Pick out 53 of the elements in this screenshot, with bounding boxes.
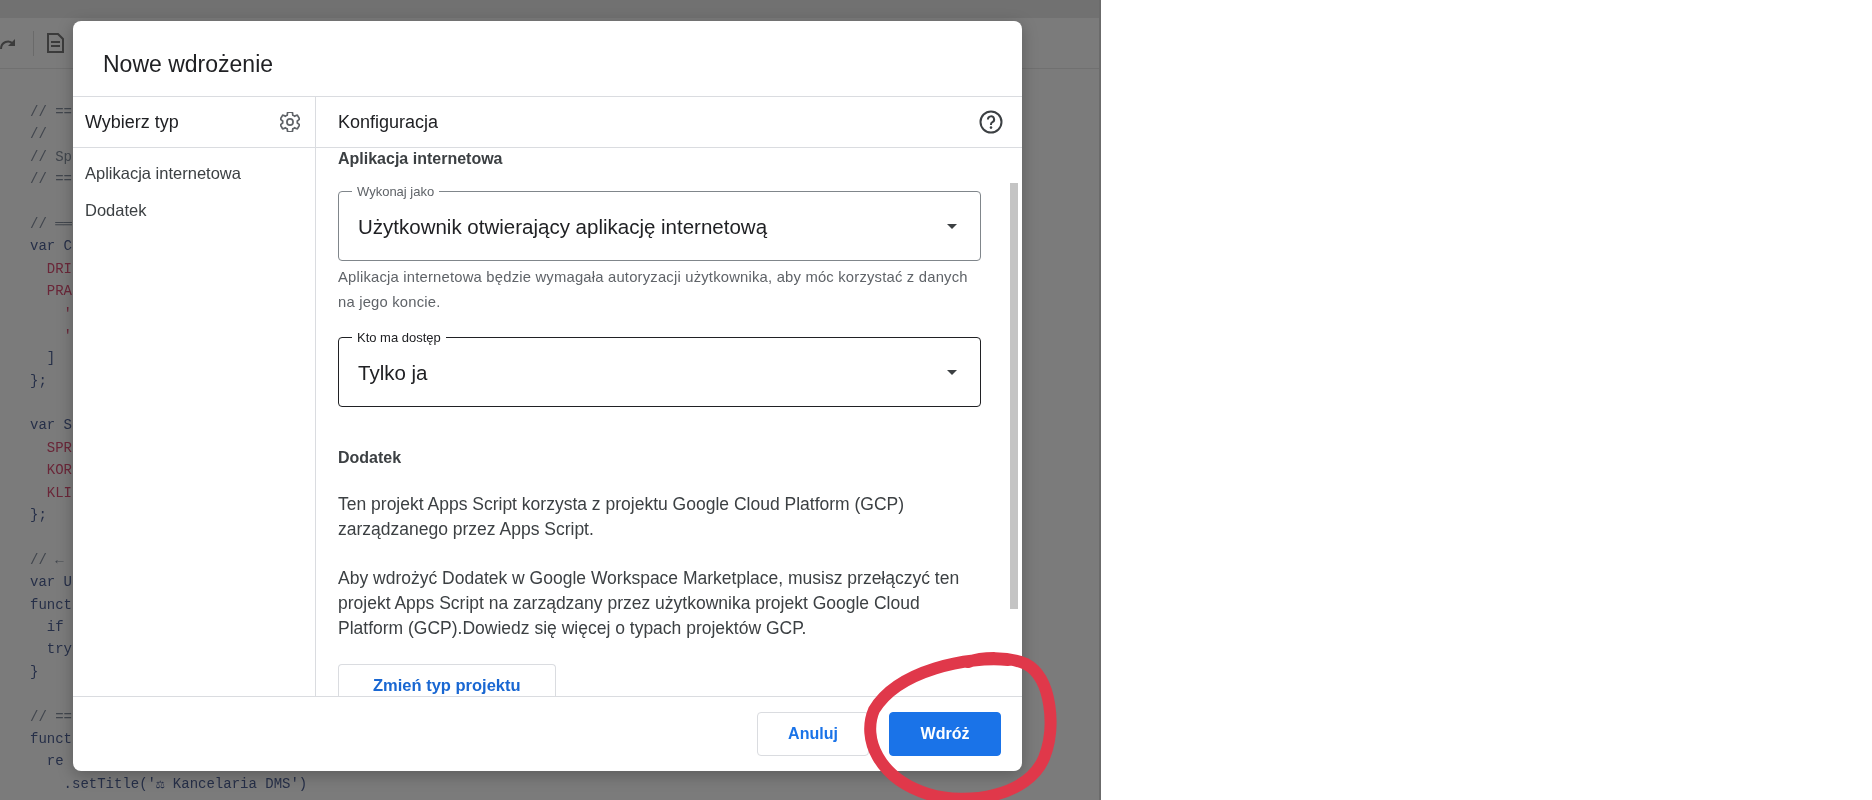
code-line: }; [30, 506, 47, 526]
deploy-button[interactable]: Wdróż [889, 712, 1001, 756]
code-line: // == [30, 103, 72, 122]
code-line: } [30, 662, 39, 682]
change-project-type-button[interactable]: Zmień typ projektu [338, 664, 556, 696]
body-text: Ten projekt Apps Script korzysta z projektu Google Cloud Platform (GCP) zarządzanego przez Apps Script. [338, 492, 906, 541]
dropdown-field[interactable]: Wykonaj jako Użytkownik otwierający aplikację internetową [338, 184, 981, 261]
section-heading: Dodatek [338, 449, 403, 467]
code-line: // ← [30, 550, 64, 570]
body-text: Aby wdrożyć Dodatek w Google Workspace Marketplace, musisz przełączyć ten projekt Apps Script na zarządzany przez użytkownika projekt Google Cloud Platform (GCP).Dowiedz się więcej o typach projektów GCP. [338, 566, 961, 640]
caret-icon [947, 224, 957, 229]
code-line: ' [63, 326, 72, 346]
dropdown-field[interactable]: Kto ma dostęp Tylko ja [338, 330, 981, 407]
section-heading: Aplikacja internetowa [338, 150, 504, 168]
code-line: re [46, 752, 64, 772]
code-line: // Sp [30, 147, 72, 167]
deployment-type-item[interactable]: Aplikacja internetowa [73, 155, 315, 192]
deployment-type-item[interactable]: Dodatek [73, 192, 315, 229]
selected-value: Użytkownik otwierający aplikację internetową [358, 214, 768, 239]
code-line: // ══ [30, 214, 72, 234]
floating-label: Wykonaj jako [356, 184, 436, 198]
code-line: // == [30, 170, 72, 190]
settings-icon[interactable] [280, 112, 300, 132]
code-line: KLI [46, 483, 72, 503]
code-line: PRA [46, 282, 72, 302]
code-line: var S [30, 416, 72, 436]
code-line: ] [46, 349, 56, 369]
code-line: try [46, 640, 72, 660]
code-line: KOR [46, 461, 72, 481]
code-line: // == [30, 707, 72, 727]
code-line: funct [30, 595, 72, 615]
document-icon[interactable] [46, 33, 64, 53]
code-line: }; [30, 371, 47, 391]
dialog-title: Nowe wdrożenie [103, 49, 274, 78]
code-line: funct [30, 729, 72, 749]
code-line: if [46, 618, 64, 637]
panel-heading: Konfiguracja [338, 111, 439, 133]
caret-icon [947, 370, 957, 375]
help-icon[interactable] [979, 110, 1003, 134]
code-line: var U [30, 573, 72, 593]
code-line: SPR [46, 438, 72, 458]
panel-heading: Wybierz typ [85, 111, 179, 133]
helper-text: Aplikacja internetowa będzie wymagała autoryzacji użytkownika, aby móc korzystać z danych na jego koncie. [338, 267, 969, 312]
floating-label: Kto ma dostęp [356, 330, 442, 344]
code-line: .setTitle('⚖ Kancelaria DMS') [63, 774, 308, 794]
code-line: DRI [46, 259, 72, 279]
learn-more-link[interactable]: Dowiedz się więcej [462, 617, 611, 638]
cancel-button[interactable]: Anuluj [757, 712, 869, 756]
code-line: // [30, 125, 47, 145]
code-line: var C [30, 237, 72, 257]
code-line: ' [63, 304, 72, 324]
scrollbar[interactable] [1010, 183, 1018, 609]
selected-value: Tylko ja [358, 360, 428, 385]
